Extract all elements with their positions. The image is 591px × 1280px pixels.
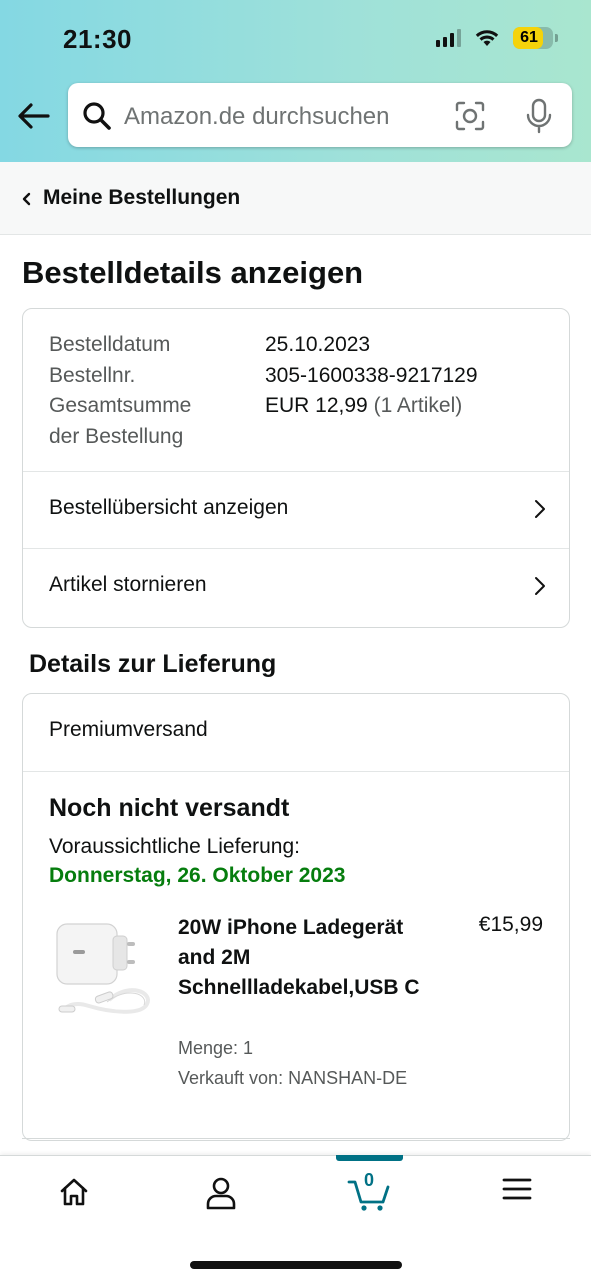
menu-icon — [502, 1178, 532, 1200]
order-summary-card: Bestelldatum 25.10.2023 Bestellnr. 305-1… — [22, 308, 570, 628]
search-bar[interactable]: Amazon.de durchsuchen — [68, 83, 572, 147]
order-number-value: 305-1600338-9217129 — [265, 363, 478, 387]
battery-icon: 61 — [513, 27, 558, 49]
nav-home[interactable] — [19, 1156, 129, 1236]
bottom-navigation: 0 — [0, 1155, 591, 1280]
order-total-amount: EUR 12,99 — [265, 394, 368, 417]
status-time: 21:30 — [63, 24, 132, 54]
view-order-summary-link[interactable]: Bestellübersicht anzeigen — [23, 472, 569, 548]
order-date-label: Bestelldatum — [49, 333, 171, 356]
cellular-signal-icon — [436, 29, 461, 47]
chevron-right-icon — [535, 577, 545, 595]
nav-cart[interactable]: 0 — [314, 1156, 424, 1236]
wifi-icon — [475, 30, 499, 46]
order-number-label: Bestellnr. — [49, 363, 136, 387]
order-date-value: 25.10.2023 — [265, 333, 371, 356]
shipment-status: Noch nicht versandt — [49, 794, 290, 822]
search-icon — [83, 102, 111, 130]
order-total-items: (1 Artikel) — [373, 394, 463, 417]
chevron-left-icon — [22, 192, 31, 206]
order-total-label: Gesamtsumme — [49, 394, 192, 417]
battery-level: 61 — [520, 29, 538, 46]
home-icon — [60, 1178, 88, 1206]
product-title-link[interactable]: 20W iPhone Ladegerät and 2M Schnellladek… — [178, 913, 438, 1003]
order-total-value: EUR 12,99 (1 Artikel) — [265, 391, 462, 422]
breadcrumb-label[interactable]: Meine Bestellungen — [43, 186, 240, 210]
status-icons: 61 — [436, 27, 558, 49]
microphone-icon[interactable] — [524, 98, 554, 134]
order-total-label-2: der Bestellung — [49, 424, 184, 448]
delivery-estimate-label: Voraussichtliche Lieferung: — [49, 835, 300, 858]
breadcrumb[interactable]: Meine Bestellungen — [0, 162, 591, 235]
app-header: 21:30 61 Amazon.de durchsuchen — [0, 0, 591, 162]
view-order-summary-label: Bestellübersicht anzeigen — [49, 496, 289, 519]
nav-account[interactable] — [166, 1156, 276, 1236]
divider — [23, 771, 569, 772]
account-icon — [206, 1177, 236, 1210]
product-image[interactable] — [49, 912, 157, 1020]
cancel-items-label: Artikel stornieren — [49, 573, 207, 596]
product-quantity: Menge: 1 — [178, 1038, 254, 1058]
delivery-card: Premiumversand Noch nicht versandt Vorau… — [22, 693, 570, 1141]
search-input[interactable]: Amazon.de durchsuchen — [124, 103, 390, 131]
camera-scan-icon[interactable] — [454, 100, 486, 132]
back-arrow-icon[interactable] — [16, 98, 52, 134]
shipping-method: Premiumversand — [49, 718, 208, 741]
product-seller: Verkauft von: NANSHAN-DE — [178, 1068, 408, 1088]
cancel-items-link[interactable]: Artikel stornieren — [23, 549, 569, 625]
home-indicator — [190, 1261, 402, 1269]
cart-icon — [347, 1180, 390, 1211]
product-price: €15,99 — [478, 913, 543, 936]
page-title: Bestelldetails anzeigen — [22, 255, 364, 290]
nav-menu[interactable] — [462, 1156, 572, 1236]
chevron-right-icon — [535, 500, 545, 518]
delivery-section-title: Details zur Lieferung — [29, 650, 277, 678]
delivery-estimate-date: Donnerstag, 26. Oktober 2023 — [49, 864, 346, 887]
